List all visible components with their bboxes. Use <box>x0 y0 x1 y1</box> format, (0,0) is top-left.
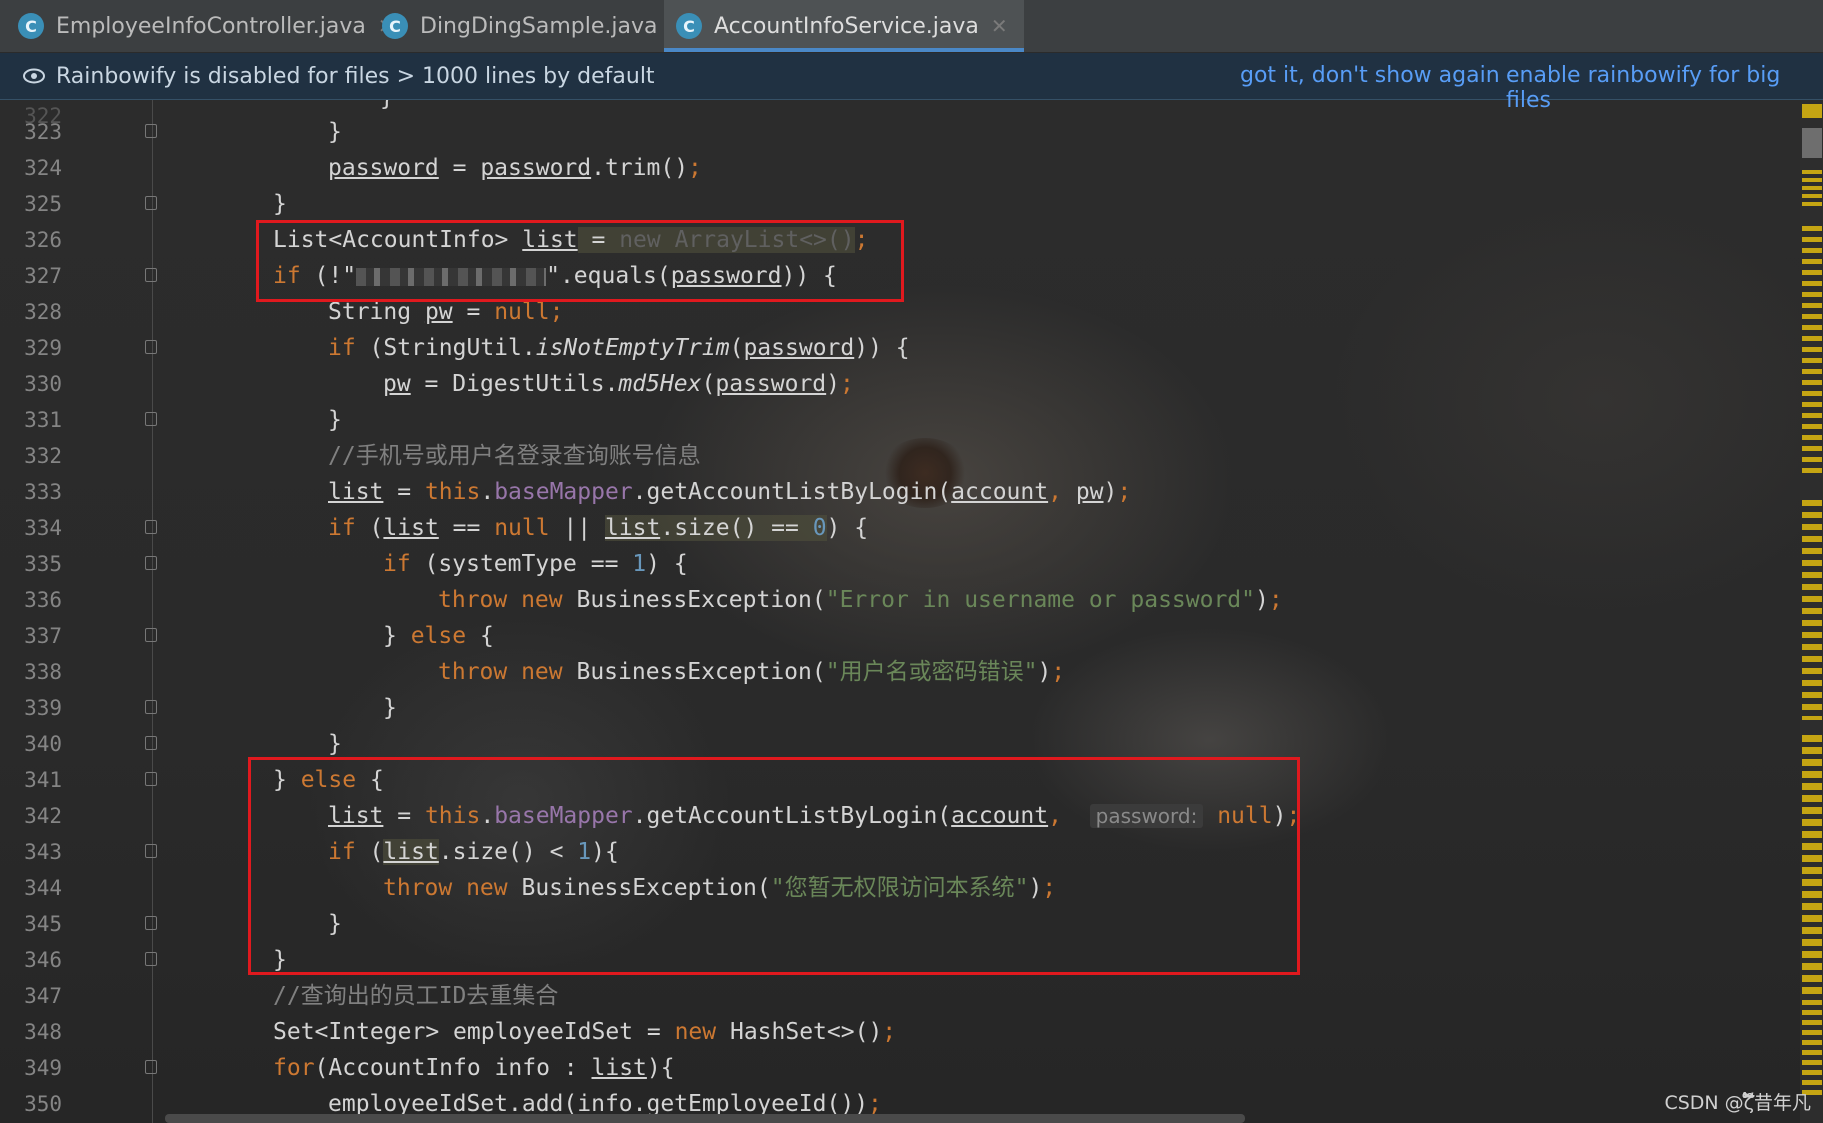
horizontal-scrollbar[interactable] <box>165 1114 1245 1123</box>
code-line: 339 } <box>0 690 1800 726</box>
scroll-marker <box>1802 226 1822 476</box>
code-line: 347 //查询出的员工ID去重集合 <box>0 978 1800 1014</box>
line-number: 338 <box>24 660 62 684</box>
line-number: 339 <box>24 696 62 720</box>
watermark: CSDN @ζ໊້໊້໊້໊້໊້昔年凡 <box>1664 1092 1811 1114</box>
editor-tab-bar: C EmployeeInfoController.java ✕ C DingDi… <box>0 0 1823 53</box>
line-number: 341 <box>24 768 62 792</box>
line-number: 337 <box>24 624 62 648</box>
scroll-marker <box>1802 735 1822 995</box>
line-number: 329 <box>24 336 62 360</box>
code-line: 325 } <box>0 186 1800 222</box>
scroll-marker <box>1802 104 1822 118</box>
line-number: 342 <box>24 804 62 828</box>
code-line: 324 password = password.trim(); <box>0 150 1800 186</box>
fold-icon[interactable] <box>145 700 157 714</box>
fold-icon[interactable] <box>145 844 157 858</box>
line-number: 346 <box>24 948 62 972</box>
code-line: 336 throw new BusinessException("Error i… <box>0 582 1800 618</box>
code-line: 335 if (systemType == 1) { <box>0 546 1800 582</box>
line-number: 327 <box>24 264 62 288</box>
line-number: 332 <box>24 444 62 468</box>
fold-icon[interactable] <box>145 628 157 642</box>
tab-account-info-service[interactable]: C AccountInfoService.java ✕ <box>664 0 1024 52</box>
code-line: 329 if (StringUtil.isNotEmptyTrim(passwo… <box>0 330 1800 366</box>
line-number: 350 <box>24 1092 62 1116</box>
line-number: 349 <box>24 1056 62 1080</box>
line-number: 335 <box>24 552 62 576</box>
line-number: 333 <box>24 480 62 504</box>
scroll-marker <box>1802 170 1822 210</box>
class-icon: C <box>382 13 408 39</box>
code-editor[interactable]: 322 } 323 } 324 password = password.trim… <box>0 100 1800 1123</box>
fold-icon[interactable] <box>145 772 157 786</box>
banner-message: Rainbowify is disabled for files > 1000 … <box>56 63 655 89</box>
code-line: 330 pw = DigestUtils.md5Hex(password); <box>0 366 1800 402</box>
eye-icon <box>22 64 46 88</box>
line-number: 347 <box>24 984 62 1008</box>
fold-icon[interactable] <box>145 916 157 930</box>
line-number: 331 <box>24 408 62 432</box>
tab-label: EmployeeInfoController.java <box>56 13 366 39</box>
rainbowify-notification-banner: Rainbowify is disabled for files > 1000 … <box>0 53 1823 113</box>
scroll-marker <box>1802 500 1822 720</box>
scroll-thumb[interactable] <box>1802 128 1822 158</box>
code-line: 323 } <box>0 114 1800 150</box>
tab-label: DingDingSample.java <box>420 13 658 39</box>
fold-icon[interactable] <box>145 952 157 966</box>
class-icon: C <box>18 13 44 39</box>
fold-icon[interactable] <box>145 124 157 138</box>
line-number: 340 <box>24 732 62 756</box>
code-line: 332 //手机号或用户名登录查询账号信息 <box>0 438 1800 474</box>
code-line: 334 if (list == null || list.size() == 0… <box>0 510 1800 546</box>
line-number: 343 <box>24 840 62 864</box>
tab-label: AccountInfoService.java <box>714 13 979 39</box>
code-line: 348 Set<Integer> employeeIdSet = new Has… <box>0 1014 1800 1050</box>
code-line: 331 } <box>0 402 1800 438</box>
fold-icon[interactable] <box>145 268 157 282</box>
line-number: 324 <box>24 156 62 180</box>
highlight-box-list-init <box>256 220 904 302</box>
dismiss-link[interactable]: got it, don't show again <box>1240 63 1500 88</box>
line-number: 344 <box>24 876 62 900</box>
line-number: 334 <box>24 516 62 540</box>
code-line: 338 throw new BusinessException("用户名或密码错… <box>0 654 1800 690</box>
scroll-marker <box>1802 1000 1822 1100</box>
code-line: 337 } else { <box>0 618 1800 654</box>
line-number: 323 <box>24 120 62 144</box>
class-icon: C <box>676 13 702 39</box>
fold-icon[interactable] <box>145 736 157 750</box>
line-number: 330 <box>24 372 62 396</box>
line-number: 328 <box>24 300 62 324</box>
fold-icon[interactable] <box>145 412 157 426</box>
line-number: 326 <box>24 228 62 252</box>
fold-icon[interactable] <box>145 340 157 354</box>
fold-icon[interactable] <box>145 556 157 570</box>
fold-icon[interactable] <box>145 196 157 210</box>
line-number: 345 <box>24 912 62 936</box>
tab-dingding-sample[interactable]: C DingDingSample.java ✕ <box>382 0 686 52</box>
fold-icon[interactable] <box>145 520 157 534</box>
line-number: 325 <box>24 192 62 216</box>
close-icon[interactable]: ✕ <box>991 14 1008 38</box>
tab-employee-info-controller[interactable]: C EmployeeInfoController.java ✕ <box>18 0 395 52</box>
line-number: 336 <box>24 588 62 612</box>
fold-icon[interactable] <box>145 1060 157 1074</box>
code-line: 349 for(AccountInfo info : list){ <box>0 1050 1800 1086</box>
code-line: 333 list = this.baseMapper.getAccountLis… <box>0 474 1800 510</box>
highlight-box-else-branch <box>248 757 1300 975</box>
line-number: 348 <box>24 1020 62 1044</box>
